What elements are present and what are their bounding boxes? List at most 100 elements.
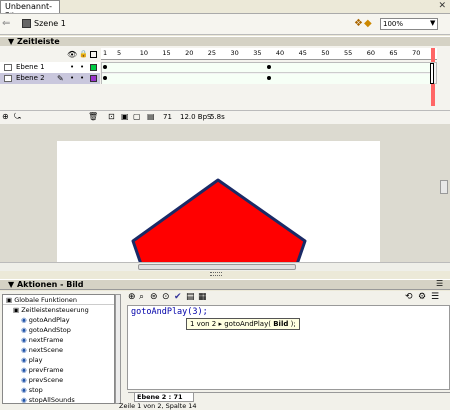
find-icon[interactable]: ⌕	[139, 292, 144, 302]
scene-label[interactable]: Szene 1	[34, 19, 66, 28]
tree-label: Globale Funktionen	[14, 296, 77, 304]
tree-action-item[interactable]: ◉ nextScene	[3, 345, 114, 355]
layer-spacer	[0, 84, 100, 102]
hint-next-icon[interactable]: ▸	[218, 320, 222, 328]
action-icon: ◉	[21, 366, 29, 374]
pencil-icon: ✎	[57, 74, 64, 83]
back-arrow-icon[interactable]: ⇐	[2, 18, 10, 29]
debug-icon[interactable]: ⚙	[418, 292, 426, 302]
tree-action-item[interactable]: ◉ play	[3, 355, 114, 365]
tree-action-item[interactable]: ◉ gotoAndStop	[3, 325, 114, 335]
frame-tick-label: 35	[253, 49, 262, 57]
tree-folder[interactable]: ▣ Zeitleistensteuerung	[3, 305, 114, 315]
timeline-title: Zeitleiste	[16, 37, 60, 46]
layer-row[interactable]: Ebene 1 • •	[0, 62, 100, 73]
scene-bar: ⇐ Szene 1 ❖ ◆ 100% ▼	[0, 13, 450, 35]
frame-tick-label: 1	[103, 49, 108, 57]
layer-color-swatch[interactable]	[90, 64, 97, 71]
toolbox-scrollbar[interactable]	[115, 294, 121, 404]
script-toolbar: ⊕ ⌕ ⊜ ⊙ ✔ ▤ ▦ ⟲ ⚙ ☰	[125, 292, 450, 304]
onion-outline-icon[interactable]: ▢	[133, 112, 141, 121]
lock-icon[interactable]: 🔒	[79, 50, 88, 58]
folder-icon: ▣	[13, 306, 22, 314]
frame-tick-label: 30	[230, 49, 239, 57]
status-bar: Zeile 1 von 2, Spalte 14	[119, 402, 197, 410]
chevron-down-icon[interactable]: ▼	[430, 19, 435, 27]
trash-icon[interactable]: 🗑	[88, 112, 98, 121]
tree-label: prevScene	[28, 376, 64, 384]
frame-tick-label: 65	[389, 49, 398, 57]
target-icon[interactable]: ⊙	[162, 292, 170, 302]
vertical-scrollbar[interactable]	[440, 180, 448, 194]
edit-symbol-icon[interactable]: ❖	[354, 18, 363, 29]
stage[interactable]	[57, 141, 380, 272]
panel-menu-icon[interactable]: ☰	[436, 279, 443, 288]
tree-action-item[interactable]: ◉ prevFrame	[3, 365, 114, 375]
keyframe-dot[interactable]	[267, 76, 271, 80]
tree-action-item[interactable]: ◉ stopAllSounds	[3, 395, 114, 404]
check-syntax-icon[interactable]: ✔	[174, 292, 182, 302]
frame-rate: 12.0 BpS	[180, 113, 212, 121]
pentagon-shape[interactable]	[57, 141, 380, 272]
folder-icon: ▣	[6, 296, 15, 304]
elapsed-time: 5.8s	[210, 113, 225, 121]
eye-icon[interactable]: 👁	[67, 50, 77, 59]
end-frame[interactable]	[430, 63, 434, 84]
splitter-grip[interactable]	[210, 272, 222, 276]
keyframe-dot[interactable]	[103, 76, 107, 80]
onion-skin-icon[interactable]: ▣	[121, 112, 129, 121]
keyframe-dot[interactable]	[267, 65, 271, 69]
action-icon: ◉	[21, 376, 29, 384]
tree-label: stopAllSounds	[28, 396, 75, 404]
add-guide-icon[interactable]: ⤿	[14, 112, 21, 122]
layer-name: Ebene 2	[16, 74, 45, 82]
frame-tick-label: 10	[139, 49, 148, 57]
frame-ruler[interactable]: 1 5 10 15 20 25 30 35 40 45 50 55 60 65 70	[101, 48, 437, 60]
actions-toolbox: ▣ Globale Funktionen ▣ Zeitleistensteuer…	[2, 294, 115, 404]
keyframe-dot[interactable]	[103, 65, 107, 69]
edit-multiple-icon[interactable]: ▤	[147, 112, 155, 121]
replace-icon[interactable]: ⊜	[150, 292, 158, 302]
script-tab[interactable]: Ebene 2 : 71	[134, 393, 194, 402]
center-frame-icon[interactable]: ⊡	[108, 112, 115, 121]
tree-label: gotoAndStop	[28, 326, 71, 334]
hint-param: Bild	[273, 320, 289, 328]
tree-label: play	[28, 356, 43, 364]
hint-count: 1 von 2	[190, 320, 217, 328]
frame-tick-label: 45	[298, 49, 307, 57]
code-line[interactable]: gotoAndPlay(3);	[131, 307, 208, 317]
document-tab[interactable]: Unbenannt-2*	[0, 0, 60, 20]
actions-header[interactable]: ▼ Aktionen - Bild	[0, 279, 450, 290]
close-icon[interactable]: ✕	[438, 1, 446, 11]
hint-sig-start: gotoAndPlay(	[224, 320, 274, 328]
layer-icon	[4, 64, 12, 71]
frame-tick-label: 55	[344, 49, 353, 57]
view-options-icon[interactable]: ☰	[431, 292, 439, 302]
flash-window: Unbenannt-2* ✕ ⇐ Szene 1 ❖ ◆ 100% ▼ ▼ Ze…	[0, 0, 450, 410]
frame-grid[interactable]	[101, 62, 437, 84]
tree-action-item[interactable]: ◉ stop	[3, 385, 114, 395]
outline-icon[interactable]	[90, 51, 97, 58]
tree-label: prevFrame	[28, 366, 64, 374]
add-layer-icon[interactable]: ⊕	[2, 112, 9, 121]
tree-action-item[interactable]: ◉ prevScene	[3, 375, 114, 385]
scene-icon	[22, 19, 31, 28]
action-icon: ◉	[21, 336, 29, 344]
horizontal-scrollbar[interactable]	[0, 262, 450, 271]
layer-color-swatch[interactable]	[90, 75, 97, 82]
layer-row-selected[interactable]: Ebene 2 ✎ • •	[0, 73, 100, 84]
tree-action-item[interactable]: ◉ nextFrame	[3, 335, 114, 345]
format-icon[interactable]: ▤	[186, 292, 195, 302]
edit-scene-icon[interactable]: ◆	[364, 18, 372, 29]
scroll-thumb[interactable]	[138, 264, 296, 270]
tree-folder[interactable]: ▣ Globale Funktionen	[3, 295, 114, 305]
reference-icon[interactable]: ⟲	[405, 292, 413, 302]
tree-action-item[interactable]: ◉ gotoAndPlay	[3, 315, 114, 325]
code-hint-icon[interactable]: ▦	[198, 292, 207, 302]
frame-tick-label: 20	[185, 49, 194, 57]
add-action-icon[interactable]: ⊕	[128, 292, 136, 302]
frame-tick-label: 70	[412, 49, 421, 57]
timeline-footer: ⊕ ⤿ 🗑 ⊡ ▣ ▢ ▤ 71 12.0 BpS 5.8s	[0, 110, 450, 123]
zoom-value: 100%	[383, 20, 404, 28]
action-icon: ◉	[21, 396, 29, 404]
